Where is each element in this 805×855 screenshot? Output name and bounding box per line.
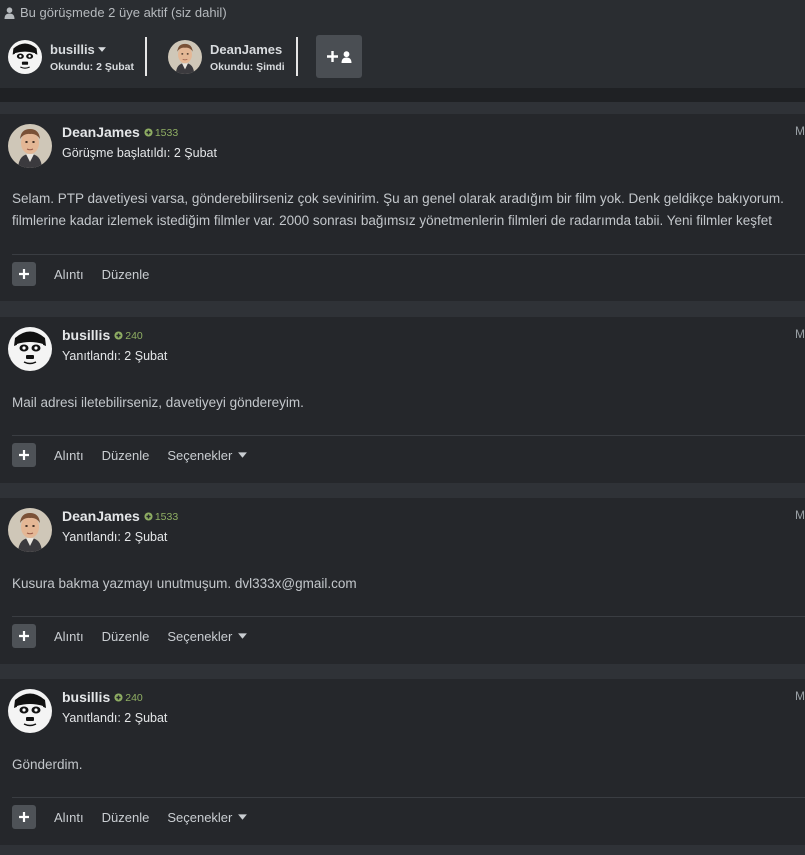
divider	[12, 616, 805, 617]
multiquote-button[interactable]	[12, 443, 36, 467]
multiquote-button[interactable]	[12, 624, 36, 648]
message-body: Kusura bakma yazmayı unutmuşum. dvl333x@…	[12, 573, 357, 595]
message-line: Kusura bakma yazmayı unutmuşum. dvl333x@…	[12, 576, 357, 591]
avatar[interactable]	[8, 508, 52, 552]
multiquote-button[interactable]	[12, 805, 36, 829]
message-body: Mail adresi iletebilirseniz, davetiyeyi …	[12, 392, 304, 414]
author-name[interactable]: busillis	[62, 327, 110, 343]
post-corner-label: M	[795, 689, 805, 703]
participant-read-status: Okundu: Şimdi	[210, 60, 285, 73]
plus-icon	[19, 631, 29, 641]
divider	[12, 254, 805, 255]
author-name[interactable]: DeanJames	[62, 508, 140, 524]
avatar[interactable]	[168, 40, 202, 74]
author-name[interactable]: DeanJames	[62, 124, 140, 140]
avatar[interactable]	[8, 124, 52, 168]
post-meta: Yanıtlandı: 2 Şubat	[62, 349, 168, 363]
message-line: Mail adresi iletebilirseniz, davetiyeyi …	[12, 395, 304, 410]
author-name[interactable]: busillis	[62, 689, 110, 705]
chevron-down-icon	[238, 633, 247, 639]
message-post: busillis 240 Yanıtlandı: 2 Şubat M Mail …	[0, 317, 805, 483]
user-icon	[4, 6, 15, 19]
post-actions: Alıntı Düzenle Seçenekler	[12, 624, 247, 648]
edit-link[interactable]: Düzenle	[102, 267, 150, 282]
message-post: DeanJames 1533 Görüşme başlatıldı: 2 Şub…	[0, 114, 805, 301]
post-actions: Alıntı Düzenle	[12, 262, 149, 286]
reputation-badge: 1533	[144, 511, 178, 523]
divider	[145, 37, 147, 76]
chevron-down-icon	[238, 452, 247, 458]
add-user-icon	[341, 50, 351, 63]
post-actions: Alıntı Düzenle Seçenekler	[12, 805, 247, 829]
options-menu[interactable]: Seçenekler	[167, 629, 247, 644]
message-post: busillis 240 Yanıtlandı: 2 Şubat M Gönde…	[0, 679, 805, 845]
conversation-header: Bu görüşmede 2 üye aktif (siz dahil) bus…	[0, 0, 805, 88]
post-corner-label: M	[795, 508, 805, 522]
post-corner-label: M	[795, 327, 805, 341]
active-members-note: Bu görüşmede 2 üye aktif (siz dahil)	[4, 5, 227, 20]
divider	[12, 435, 805, 436]
plus-icon	[19, 450, 29, 460]
avatar[interactable]	[8, 327, 52, 371]
post-meta: Yanıtlandı: 2 Şubat	[62, 711, 168, 725]
reputation-badge: 240	[114, 330, 143, 342]
options-menu[interactable]: Seçenekler	[167, 810, 247, 825]
message-line: Selam. PTP davetiyesi varsa, gönderebili…	[12, 191, 784, 206]
reputation-icon	[114, 693, 123, 702]
edit-link[interactable]: Düzenle	[102, 810, 150, 825]
plus-icon	[327, 51, 338, 62]
quote-link[interactable]: Alıntı	[54, 629, 84, 644]
header-separator	[0, 88, 805, 102]
chevron-down-icon	[238, 814, 247, 820]
message-stream: DeanJames 1533 Görüşme başlatıldı: 2 Şub…	[0, 102, 805, 855]
edit-link[interactable]: Düzenle	[102, 629, 150, 644]
post-actions: Alıntı Düzenle Seçenekler	[12, 443, 247, 467]
message-line: filmlerine kadar izlemek istediğim filml…	[12, 213, 773, 228]
participant-name[interactable]: DeanJames	[210, 42, 285, 57]
plus-icon	[19, 269, 29, 279]
reputation-icon	[144, 512, 153, 521]
edit-link[interactable]: Düzenle	[102, 448, 150, 463]
reputation-badge: 1533	[144, 127, 178, 139]
avatar[interactable]	[8, 40, 42, 74]
participant-deanjames[interactable]: DeanJames Okundu: Şimdi	[168, 36, 285, 78]
active-members-text: Bu görüşmede 2 üye aktif (siz dahil)	[20, 5, 227, 20]
avatar[interactable]	[8, 689, 52, 733]
quote-link[interactable]: Alıntı	[54, 448, 84, 463]
post-meta: Yanıtlandı: 2 Şubat	[62, 530, 168, 544]
message-body: Gönderdim.	[12, 754, 83, 776]
reputation-icon	[114, 331, 123, 340]
participant-read-status: Okundu: 2 Şubat	[50, 60, 134, 73]
add-participant-button[interactable]	[316, 35, 362, 78]
chevron-down-icon[interactable]	[98, 47, 106, 52]
post-corner-label: M	[795, 124, 805, 138]
options-menu[interactable]: Seçenekler	[167, 448, 247, 463]
participant-busillis[interactable]: busillis Okundu: 2 Şubat	[8, 36, 134, 78]
message-line: Gönderdim.	[12, 757, 83, 772]
post-meta: Görüşme başlatıldı: 2 Şubat	[62, 146, 217, 160]
plus-icon	[19, 812, 29, 822]
divider	[12, 797, 805, 798]
message-post: DeanJames 1533 Yanıtlandı: 2 Şubat M Kus…	[0, 498, 805, 664]
reputation-badge: 240	[114, 692, 143, 704]
message-body: Selam. PTP davetiyesi varsa, gönderebili…	[12, 188, 784, 232]
multiquote-button[interactable]	[12, 262, 36, 286]
reputation-icon	[144, 128, 153, 137]
divider	[296, 37, 298, 76]
quote-link[interactable]: Alıntı	[54, 267, 84, 282]
participant-name[interactable]: busillis	[50, 42, 134, 57]
quote-link[interactable]: Alıntı	[54, 810, 84, 825]
